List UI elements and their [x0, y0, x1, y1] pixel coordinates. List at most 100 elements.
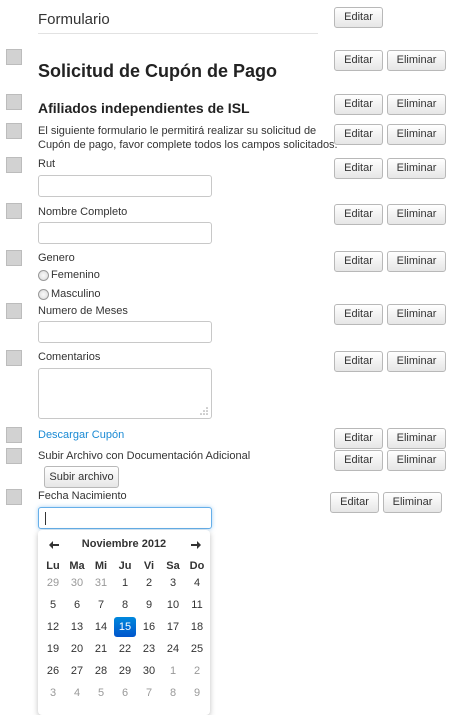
drag-handle[interactable] — [6, 157, 22, 173]
edit-button[interactable]: Editar — [334, 124, 383, 145]
calendar-day[interactable]: 25 — [186, 639, 208, 659]
calendar-day[interactable]: 29 — [114, 661, 136, 681]
delete-button[interactable]: Eliminar — [387, 204, 446, 225]
drag-handle[interactable] — [6, 203, 22, 219]
calendar-day[interactable]: 1 — [162, 661, 184, 681]
subir-archivo-label: Subir Archivo con Documentación Adiciona… — [38, 450, 251, 462]
calendar-day[interactable]: 12 — [42, 617, 64, 637]
fecha-nacimiento-input[interactable] — [38, 507, 212, 529]
header-divider — [38, 33, 318, 34]
radio-masculino[interactable] — [38, 289, 49, 300]
rut-input[interactable] — [38, 175, 212, 197]
rut-label: Rut — [38, 158, 56, 170]
calendar-day[interactable]: 18 — [186, 617, 208, 637]
comentarios-label: Comentarios — [38, 351, 101, 363]
calendar-day[interactable]: 6 — [66, 595, 88, 615]
delete-button[interactable]: Eliminar — [387, 50, 446, 71]
edit-button[interactable]: Editar — [334, 158, 383, 179]
weekday-header: Sa — [166, 560, 180, 572]
arrow-right-icon[interactable] — [191, 541, 201, 549]
delete-button[interactable]: Eliminar — [387, 94, 446, 115]
delete-button[interactable]: Eliminar — [387, 251, 446, 272]
form-description-line2: Cupón de pago, favor complete todos los … — [38, 139, 338, 151]
weekday-header: Ma — [69, 560, 85, 572]
form-subtitle: Afiliados independientes de ISL — [38, 100, 250, 116]
calendar-day[interactable]: 8 — [114, 595, 136, 615]
edit-button[interactable]: Editar — [334, 351, 383, 372]
calendar-day[interactable]: 1 — [114, 573, 136, 593]
edit-button[interactable]: Editar — [334, 251, 383, 272]
calendar-day[interactable]: 15 — [114, 617, 136, 637]
calendar-day[interactable]: 16 — [138, 617, 160, 637]
calendar-day[interactable]: 17 — [162, 617, 184, 637]
delete-button[interactable]: Eliminar — [387, 304, 446, 325]
calendar-day[interactable]: 9 — [186, 683, 208, 703]
calendar-day[interactable]: 22 — [114, 639, 136, 659]
drag-handle[interactable] — [6, 94, 22, 110]
calendar-day[interactable]: 5 — [90, 683, 112, 703]
calendar-day[interactable]: 4 — [66, 683, 88, 703]
drag-handle[interactable] — [6, 123, 22, 139]
subir-archivo-button[interactable]: Subir archivo — [44, 466, 119, 488]
drag-handle[interactable] — [6, 427, 22, 443]
calendar-day[interactable]: 7 — [90, 595, 112, 615]
form-description-line1: El siguiente formulario le permitirá rea… — [38, 125, 317, 137]
calendar-day[interactable]: 13 — [66, 617, 88, 637]
calendar-day[interactable]: 28 — [90, 661, 112, 681]
drag-handle[interactable] — [6, 303, 22, 319]
drag-handle[interactable] — [6, 489, 22, 505]
edit-button[interactable]: Editar — [334, 94, 383, 115]
calendar-day[interactable]: 30 — [66, 573, 88, 593]
delete-button[interactable]: Eliminar — [387, 450, 446, 471]
edit-button[interactable]: Editar — [334, 304, 383, 325]
delete-button[interactable]: Eliminar — [387, 351, 446, 372]
delete-button[interactable]: Eliminar — [387, 124, 446, 145]
calendar-day[interactable]: 14 — [90, 617, 112, 637]
drag-handle[interactable] — [6, 448, 22, 464]
calendar-day[interactable]: 11 — [186, 595, 208, 615]
calendar-day[interactable]: 5 — [42, 595, 64, 615]
delete-button[interactable]: Eliminar — [387, 158, 446, 179]
edit-button[interactable]: Editar — [334, 50, 383, 71]
calendar-day[interactable]: 30 — [138, 661, 160, 681]
calendar-day[interactable]: 23 — [138, 639, 160, 659]
edit-button[interactable]: Editar — [334, 428, 383, 449]
calendar-day[interactable]: 20 — [66, 639, 88, 659]
drag-handle[interactable] — [6, 350, 22, 366]
descargar-cupon-link[interactable]: Descargar Cupón — [38, 429, 124, 441]
radio-femenino[interactable] — [38, 270, 49, 281]
form-title: Solicitud de Cupón de Pago — [38, 61, 278, 81]
nombre-label: Nombre Completo — [38, 206, 128, 218]
comentarios-textarea[interactable] — [38, 368, 212, 419]
delete-button[interactable]: Eliminar — [387, 428, 446, 449]
calendar-day[interactable]: 26 — [42, 661, 64, 681]
calendar-day[interactable]: 4 — [186, 573, 208, 593]
edit-button-header[interactable]: Editar — [334, 7, 383, 28]
calendar-day[interactable]: 9 — [138, 595, 160, 615]
calendar-day[interactable]: 3 — [42, 683, 64, 703]
weekday-header: Lu — [46, 560, 60, 572]
calendar-day[interactable]: 29 — [42, 573, 64, 593]
calendar-day[interactable]: 21 — [90, 639, 112, 659]
calendar-day[interactable]: 24 — [162, 639, 184, 659]
datepicker-month-year[interactable]: Noviembre 2012 — [38, 538, 210, 550]
calendar-day[interactable]: 19 — [42, 639, 64, 659]
calendar-day[interactable]: 2 — [186, 661, 208, 681]
delete-button[interactable]: Eliminar — [383, 492, 442, 513]
calendar-day[interactable]: 10 — [162, 595, 184, 615]
calendar-day[interactable]: 6 — [114, 683, 136, 703]
drag-handle[interactable] — [6, 49, 22, 65]
edit-button[interactable]: Editar — [334, 204, 383, 225]
nombre-input[interactable] — [38, 222, 212, 244]
resize-grip-icon[interactable] — [200, 407, 208, 415]
calendar-day[interactable]: 27 — [66, 661, 88, 681]
meses-input[interactable] — [38, 321, 212, 343]
calendar-day[interactable]: 2 — [138, 573, 160, 593]
edit-button[interactable]: Editar — [334, 450, 383, 471]
calendar-day[interactable]: 7 — [138, 683, 160, 703]
calendar-day[interactable]: 3 — [162, 573, 184, 593]
drag-handle[interactable] — [6, 250, 22, 266]
calendar-day[interactable]: 31 — [90, 573, 112, 593]
edit-button[interactable]: Editar — [330, 492, 379, 513]
calendar-day[interactable]: 8 — [162, 683, 184, 703]
